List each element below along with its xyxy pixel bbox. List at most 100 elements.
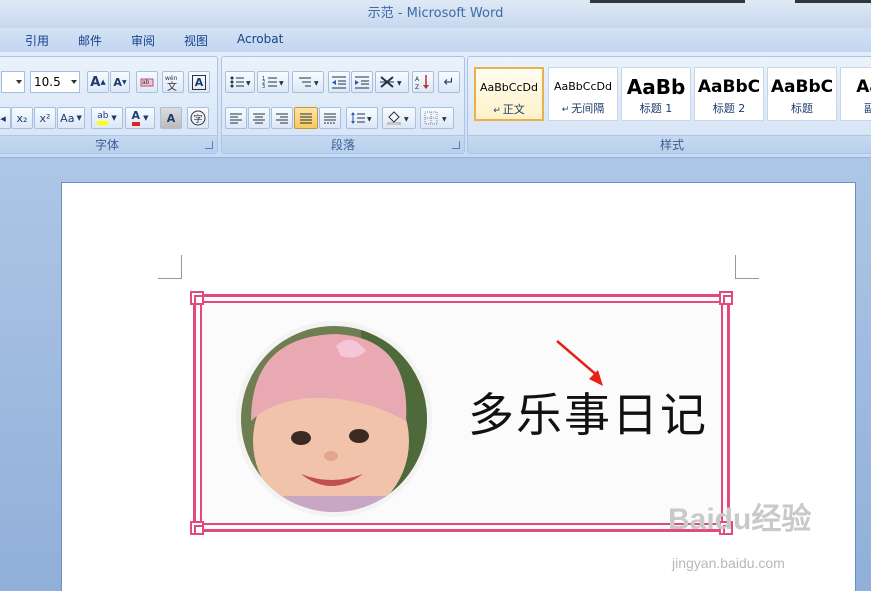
distributed-icon bbox=[324, 113, 336, 124]
grow-font-button[interactable]: A ▲ bbox=[87, 71, 109, 93]
baby-photo[interactable] bbox=[236, 321, 432, 517]
svg-text:ab: ab bbox=[142, 79, 150, 86]
svg-text:▼: ▼ bbox=[442, 116, 447, 123]
font-dialog-launcher[interactable] bbox=[205, 141, 213, 149]
increase-indent-icon bbox=[355, 76, 369, 89]
style-title[interactable]: AaBbC 标题 bbox=[767, 67, 837, 121]
change-case-button[interactable]: Aa ▼ bbox=[57, 107, 85, 129]
align-right-button[interactable] bbox=[271, 107, 293, 129]
shrink-font-icon: A bbox=[113, 75, 122, 89]
margin-corner-top-left bbox=[158, 255, 182, 279]
style-heading-1[interactable]: AaBb 标题 1 bbox=[621, 67, 691, 121]
svg-text:▼: ▼ bbox=[404, 116, 409, 123]
char-shading-icon: A bbox=[166, 111, 176, 125]
chinese-layout-button[interactable]: ▼ bbox=[375, 71, 409, 93]
paragraph-group: ▼ 1 2 3 ▼ ▼ ▼ AZ ↵ ▼ ▼ ▼ 段落 bbox=[221, 56, 465, 154]
style-name: 标题 bbox=[791, 102, 813, 115]
char-border-icon: A bbox=[191, 74, 207, 90]
style-name: 无间隔 bbox=[571, 102, 605, 115]
phonetic-guide-button[interactable]: wén 文 bbox=[162, 71, 184, 93]
styles-group-label: 样式 bbox=[468, 135, 871, 153]
font-name-combo[interactable] bbox=[1, 71, 25, 93]
tab-mailings[interactable]: 邮件 bbox=[78, 32, 102, 49]
change-case-icon: Aa bbox=[60, 111, 75, 125]
paragraph-dialog-launcher[interactable] bbox=[452, 141, 460, 149]
highlight-button[interactable]: ab ▼ bbox=[91, 107, 123, 129]
increase-indent-button[interactable] bbox=[351, 71, 373, 93]
style-subtitle[interactable]: AaB 副标 bbox=[840, 67, 871, 121]
svg-text:字: 字 bbox=[194, 113, 203, 125]
red-arrow-annotation bbox=[556, 340, 603, 386]
style-sample: AaBbC bbox=[770, 77, 834, 97]
style-name: 标题 2 bbox=[712, 102, 746, 115]
style-no-spacing[interactable]: AaBbCcDd ↵ 无间隔 bbox=[548, 67, 618, 121]
char-border-button[interactable]: A bbox=[188, 71, 210, 93]
window-title: 示范 - Microsoft Word bbox=[367, 6, 504, 21]
style-name: 标题 1 bbox=[639, 102, 673, 115]
phonetic-guide-icon: wén文 bbox=[165, 75, 178, 91]
frame-corner-ornament bbox=[190, 521, 204, 535]
align-center-button[interactable] bbox=[248, 107, 270, 129]
font-color-button[interactable]: A ▼ bbox=[125, 107, 155, 129]
decorative-frame[interactable]: 多乐事日记 bbox=[190, 291, 733, 535]
style-sample: AaBbCcDd bbox=[554, 80, 612, 93]
superscript-button[interactable]: x² bbox=[34, 107, 56, 129]
subscript-button[interactable]: x₂ bbox=[11, 107, 33, 129]
font-size-combo[interactable]: 10.5 bbox=[30, 71, 80, 93]
shading-button[interactable]: ▼ bbox=[382, 107, 416, 129]
align-right-icon bbox=[276, 113, 288, 124]
style-heading-2[interactable]: AaBbC 标题 2 bbox=[694, 67, 764, 121]
margin-corner-top-right bbox=[735, 255, 759, 279]
char-shading-button[interactable]: A bbox=[160, 107, 182, 129]
justify-button[interactable] bbox=[294, 107, 318, 129]
svg-text:▼: ▼ bbox=[314, 80, 319, 87]
decrease-indent-button[interactable] bbox=[328, 71, 350, 93]
baby-photo-image bbox=[241, 326, 427, 512]
show-marks-button[interactable]: ↵ bbox=[438, 71, 460, 93]
align-left-icon bbox=[230, 113, 242, 124]
pilcrow-icon: ↵ bbox=[443, 74, 455, 90]
justify-icon bbox=[300, 113, 312, 124]
tab-review[interactable]: 审阅 bbox=[131, 32, 155, 49]
svg-text:文: 文 bbox=[167, 80, 177, 91]
chinese-layout-icon: ▼ bbox=[380, 76, 402, 88]
align-left-button[interactable] bbox=[225, 107, 247, 129]
ribbon: 10.5 A ▲ A ▼ ab wén 文 A ◂ x₂ x² Aa ▼ ab ▼ A ▼ … bbox=[0, 52, 871, 158]
sort-icon: AZ bbox=[415, 75, 429, 90]
title-bar: 示范 - Microsoft Word bbox=[0, 0, 871, 28]
line-spacing-button[interactable]: ▼ bbox=[346, 107, 378, 129]
enclose-char-button[interactable]: 字 bbox=[187, 107, 209, 129]
svg-text:A: A bbox=[415, 76, 420, 83]
clear-format-button[interactable]: ab bbox=[136, 71, 158, 93]
align-center-icon bbox=[253, 113, 265, 124]
decrease-indent-icon bbox=[332, 76, 346, 89]
multilevel-list-button[interactable]: ▼ bbox=[292, 71, 324, 93]
style-name: 副标 bbox=[864, 102, 871, 115]
bullets-icon: ▼ bbox=[230, 76, 251, 88]
highlight-pen-icon: ab bbox=[97, 111, 109, 125]
line-spacing-icon: ▼ bbox=[351, 112, 372, 124]
numbering-button[interactable]: 1 2 3 ▼ bbox=[257, 71, 289, 93]
svg-text:Z: Z bbox=[415, 84, 419, 90]
style-sample: AaB bbox=[856, 77, 871, 97]
svg-text:▼: ▼ bbox=[279, 80, 284, 87]
font-size-value: 10.5 bbox=[34, 75, 61, 89]
style-normal[interactable]: AaBbCcDd ↵ 正文 bbox=[474, 67, 544, 121]
numbering-icon: 123 ▼ bbox=[262, 76, 284, 89]
font-color-icon: A bbox=[131, 110, 141, 126]
strikethrough-icon: ◂ bbox=[0, 111, 6, 125]
tab-acrobat[interactable]: Acrobat bbox=[237, 32, 283, 46]
strikethrough-button[interactable]: ◂ bbox=[0, 107, 11, 129]
shrink-font-button[interactable]: A ▼ bbox=[110, 71, 130, 93]
distributed-button[interactable] bbox=[319, 107, 341, 129]
svg-text:▼: ▼ bbox=[397, 80, 402, 87]
sort-button[interactable]: AZ bbox=[412, 71, 434, 93]
font-group-label: 字体 bbox=[0, 135, 217, 153]
tab-references[interactable]: 引用 bbox=[25, 32, 49, 49]
bullets-button[interactable]: ▼ bbox=[225, 71, 255, 93]
style-sample: AaBbC bbox=[697, 77, 761, 97]
tab-view[interactable]: 视图 bbox=[184, 32, 208, 49]
eraser-icon: ab bbox=[140, 78, 154, 87]
svg-text:▼: ▼ bbox=[367, 116, 372, 123]
borders-button[interactable]: ▼ bbox=[420, 107, 454, 129]
